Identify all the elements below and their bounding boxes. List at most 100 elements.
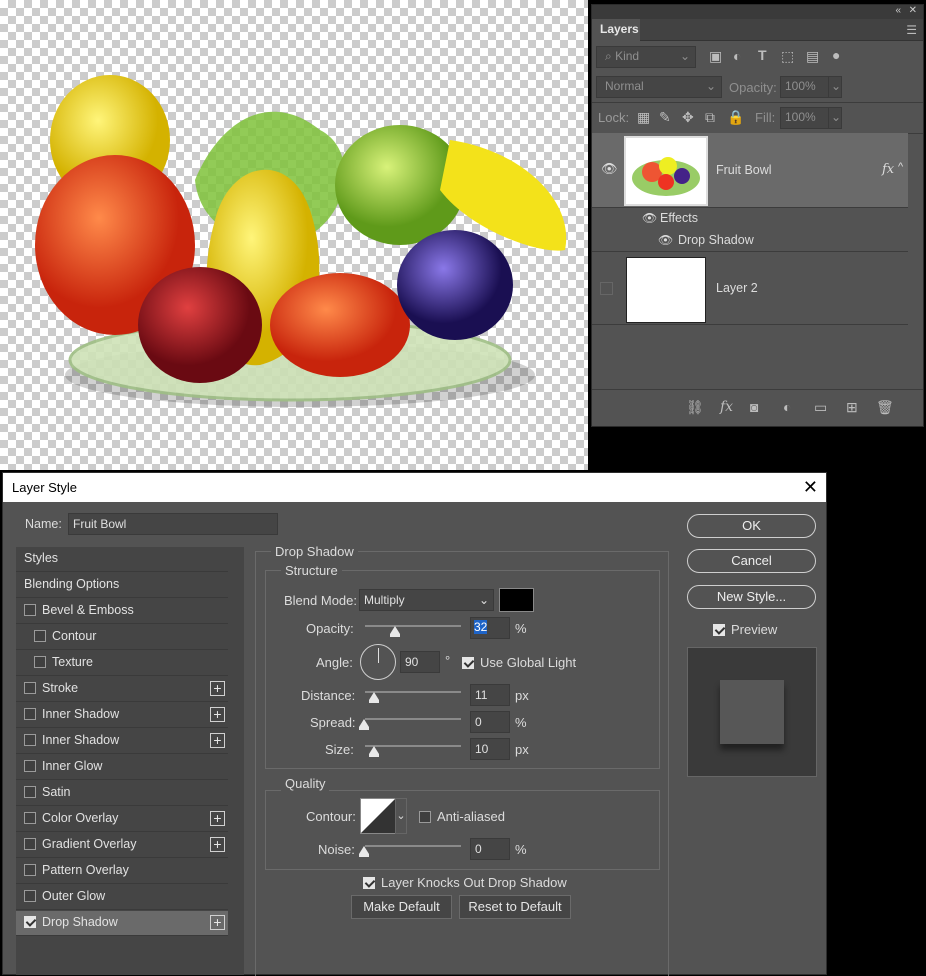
style-item-contour[interactable]: Contour [16, 625, 228, 650]
style-checkbox[interactable] [24, 838, 36, 850]
opacity-field[interactable]: 100% [780, 76, 830, 98]
noise-slider[interactable] [365, 845, 461, 847]
angle-dial[interactable] [360, 644, 396, 680]
distance-slider-knob[interactable] [369, 692, 379, 703]
style-item-stroke[interactable]: Stroke + [16, 677, 228, 702]
style-item-blending-options[interactable]: Blending Options [16, 573, 228, 598]
contour-dropdown[interactable]: ⌄ [395, 798, 407, 834]
pixel-filter-icon[interactable]: ▣ [709, 48, 722, 65]
style-item-texture[interactable]: Texture [16, 651, 228, 676]
style-item-bevel-emboss[interactable]: Bevel & Emboss [16, 599, 228, 624]
chevron-up-icon[interactable]: ^ [898, 161, 903, 173]
style-item-inner-shadow[interactable]: Inner Shadow + [16, 703, 228, 728]
document-canvas[interactable] [0, 0, 590, 470]
style-item-styles[interactable]: Styles [16, 547, 228, 572]
style-item-outer-glow[interactable]: Outer Glow [16, 885, 228, 910]
style-checkbox[interactable] [24, 604, 36, 616]
style-item-inner-shadow[interactable]: Inner Shadow + [16, 729, 228, 754]
noise-field[interactable]: 0 [470, 838, 510, 860]
style-checkbox[interactable] [24, 682, 36, 694]
spread-slider[interactable] [365, 718, 461, 720]
close-icon[interactable]: ✕ [803, 477, 818, 498]
knockout-check[interactable] [363, 877, 375, 889]
knockout-checkbox[interactable]: Layer Knocks Out Drop Shadow [363, 875, 567, 890]
link-icon[interactable]: ⛓ [686, 399, 704, 416]
trash-icon[interactable]: 🗑 [876, 399, 894, 416]
style-item-color-overlay[interactable]: Color Overlay + [16, 807, 228, 832]
fx-badge[interactable]: fx [882, 162, 894, 177]
panel-menu-icon[interactable]: ☰ [906, 23, 917, 37]
shadow-color-swatch[interactable] [499, 588, 534, 612]
style-item-drop-shadow[interactable]: Drop Shadow + [16, 911, 228, 936]
make-default-button[interactable]: Make Default [351, 895, 452, 919]
adjustment-filter-icon[interactable]: ◐ [733, 48, 741, 64]
lock-position-icon[interactable]: ✥ [682, 109, 694, 126]
drop-shadow-effect-row[interactable]: 👁 Drop Shadow [592, 230, 908, 252]
spread-slider-knob[interactable] [359, 719, 369, 730]
style-checkbox[interactable] [24, 734, 36, 746]
cancel-button[interactable]: Cancel [687, 549, 816, 573]
spread-field[interactable]: 0 [470, 711, 510, 733]
fill-field[interactable]: 100% [780, 107, 830, 129]
reset-to-default-button[interactable]: Reset to Default [459, 895, 571, 919]
style-checkbox[interactable] [24, 890, 36, 902]
add-effect-icon[interactable]: + [210, 707, 225, 722]
shape-filter-icon[interactable]: ⬚ [781, 48, 794, 65]
opacity-dropdown[interactable]: ⌄ [828, 76, 842, 98]
size-slider[interactable] [365, 745, 461, 747]
use-global-light-check[interactable] [462, 657, 474, 669]
style-item-inner-glow[interactable]: Inner Glow [16, 755, 228, 780]
new-style-button[interactable]: New Style... [687, 585, 816, 609]
type-filter-icon[interactable]: T [758, 47, 767, 63]
contour-picker[interactable] [360, 798, 396, 834]
preview-check[interactable] [713, 624, 725, 636]
blend-mode-select[interactable]: Multiply ⌄ [359, 589, 494, 611]
add-effect-icon[interactable]: + [210, 811, 225, 826]
style-item-gradient-overlay[interactable]: Gradient Overlay + [16, 833, 228, 858]
style-checkbox[interactable] [24, 864, 36, 876]
size-slider-knob[interactable] [369, 746, 379, 757]
visibility-eye-icon[interactable]: 👁 [601, 161, 618, 177]
layer-row-layer-2[interactable]: Layer 2 [592, 252, 908, 325]
style-item-pattern-overlay[interactable]: Pattern Overlay [16, 859, 228, 884]
fx-icon[interactable]: fx [720, 399, 733, 415]
angle-field[interactable]: 90 [400, 651, 440, 673]
smart-object-filter-icon[interactable]: ▤ [806, 48, 819, 65]
folder-icon[interactable]: ▭ [814, 399, 827, 416]
visibility-eye-icon[interactable]: 👁 [642, 211, 657, 225]
distance-field[interactable]: 11 [470, 684, 510, 706]
fill-dropdown[interactable]: ⌄ [828, 107, 842, 129]
style-checkbox[interactable] [24, 786, 36, 798]
tab-layers[interactable]: Layers [592, 19, 640, 41]
style-checkbox[interactable] [24, 812, 36, 824]
ok-button[interactable]: OK [687, 514, 816, 538]
name-input[interactable]: Fruit Bowl [68, 513, 278, 535]
add-effect-icon[interactable]: + [210, 915, 225, 930]
opacity-field[interactable]: 32 [470, 617, 510, 639]
style-checkbox[interactable] [24, 708, 36, 720]
use-global-light-checkbox[interactable]: Use Global Light [462, 655, 576, 670]
add-effect-icon[interactable]: + [210, 837, 225, 852]
adjustment-icon[interactable]: ◐ [783, 399, 791, 415]
style-checkbox[interactable] [24, 916, 36, 928]
filter-kind-select[interactable]: ⌕ Kind ⌄ [596, 46, 696, 68]
preview-checkbox[interactable]: Preview [713, 622, 777, 637]
visibility-eye-icon[interactable]: 👁 [658, 233, 673, 247]
size-field[interactable]: 10 [470, 738, 510, 760]
anti-aliased-check[interactable] [419, 811, 431, 823]
mask-icon[interactable]: ◙ [750, 399, 758, 415]
style-checkbox[interactable] [24, 760, 36, 772]
blend-mode-select[interactable]: Normal ⌄ [596, 76, 722, 98]
distance-slider[interactable] [365, 691, 461, 693]
anti-aliased-checkbox[interactable]: Anti-aliased [419, 809, 505, 824]
style-item-satin[interactable]: Satin [16, 781, 228, 806]
lock-image-icon[interactable]: ✎ [659, 109, 671, 126]
lock-artboard-icon[interactable]: ⧉ [705, 109, 715, 126]
opacity-slider-knob[interactable] [390, 626, 400, 637]
close-icon[interactable]: ✕ [909, 5, 917, 16]
noise-slider-knob[interactable] [359, 846, 369, 857]
visibility-toggle[interactable] [600, 282, 613, 295]
collapse-icon[interactable]: « [895, 5, 901, 16]
layer-row-fruit-bowl[interactable]: 👁 Fruit Bowl fx ^ [592, 133, 908, 208]
opacity-slider[interactable] [365, 625, 461, 627]
